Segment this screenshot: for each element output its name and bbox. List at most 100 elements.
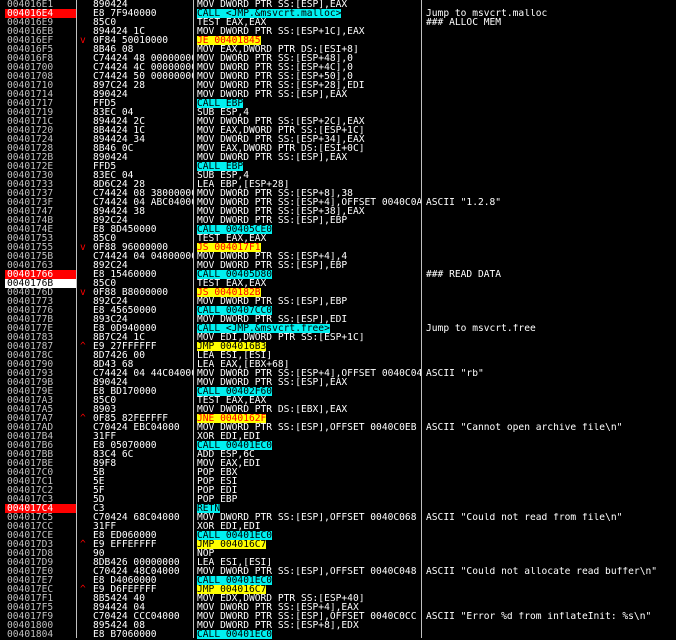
disassembly-pane[interactable]: 004016E1 890424 MOV DWORD PTR SS:[ESP],EAX… — [0, 0, 676, 639]
table-row[interactable]: 00401728 8B46 0C MOV EAX,DWORD PTR DS:[ESI… — [0, 144, 676, 154]
table-row[interactable]: 0040176D v 0F88 B8000000 JS 0040182B — [0, 288, 676, 297]
disassembly-cell[interactable]: POP EDI — [197, 486, 421, 495]
disassembly-cell[interactable]: POP EBP — [197, 495, 421, 504]
table-row[interactable]: 0040178C 8D7426 00 LEA ESI,[ESI] — [0, 351, 676, 361]
comment-cell[interactable]: Jump to msvcrt.malloc — [426, 9, 676, 18]
disassembly-cell[interactable]: JS 004017F1 — [197, 243, 421, 252]
table-row[interactable]: 004017A7 ^ 0F85 82FEFFFF JNE 0040162F — [0, 414, 676, 423]
comment-cell[interactable]: ### READ DATA — [426, 270, 676, 279]
disassembly-cell[interactable]: MOV DWORD PTR SS:[ESP],EDI — [197, 315, 421, 324]
table-row[interactable]: 004017F5 894424 04 MOV DWORD PTR SS:[ESP+4… — [0, 603, 676, 613]
disassembly-cell[interactable]: CALL 00407CC0 — [197, 306, 421, 315]
disassembly-cell[interactable]: POP ESI — [197, 477, 421, 486]
disassembly-cell[interactable]: RETN — [197, 504, 421, 513]
table-row[interactable]: 00401763 892C24 MOV DWORD PTR SS:[ESP],EBP — [0, 261, 676, 271]
table-row[interactable]: 0040172E FFD5 CALL EBP — [0, 162, 676, 171]
disassembly-cell[interactable]: MOV DWORD PTR DS:[EBX],EAX — [197, 405, 421, 414]
disassembly-cell[interactable]: JMP 004016B3 — [197, 342, 421, 351]
disassembly-cell[interactable]: JMP 004016C7 — [197, 540, 421, 549]
comment-cell[interactable]: Jump to msvcrt.free — [426, 324, 676, 333]
table-row[interactable]: 00401710 897C24 28 MOV DWORD PTR SS:[ESP+2… — [0, 81, 676, 91]
disassembly-cell[interactable]: MOV EAX,DWORD PTR DS:[ESI+0C] — [197, 144, 421, 153]
disassembly-cell[interactable]: MOV EDX,DWORD PTR SS:[ESP+40] — [197, 594, 421, 603]
disassembly-cell[interactable]: MOV DWORD PTR SS:[ESP+38],EAX — [197, 207, 421, 216]
table-row[interactable]: 004016F5 8B46 08 MOV EAX,DWORD PTR DS:[ESI… — [0, 45, 676, 55]
disassembly-cell[interactable]: CALL <JMP.&msvcrt.free> — [197, 324, 421, 333]
table-row[interactable]: 00401783 8B7C24 1C MOV EDI,DWORD PTR SS:[E… — [0, 333, 676, 343]
disassembly-cell[interactable]: MOV DWORD PTR SS:[ESP+2C],EAX — [197, 117, 421, 126]
table-row[interactable]: 00401730 83EC 04 SUB ESP,4 — [0, 171, 676, 181]
table-row[interactable]: 0040177B 893C24 MOV DWORD PTR SS:[ESP],EDI — [0, 315, 676, 325]
disassembly-cell[interactable]: CALL 00405CE0 — [197, 225, 421, 234]
table-row[interactable]: 00401724 894424 34 MOV DWORD PTR SS:[ESP+3… — [0, 135, 676, 145]
disassembly-cell[interactable]: TEST EAX,EAX — [197, 234, 421, 243]
comment-cell[interactable]: ASCII "Error %d from inflateInit: %s\n" — [426, 612, 676, 621]
disassembly-cell[interactable]: MOV DWORD PTR SS:[ESP],EAX — [197, 153, 421, 162]
table-row[interactable]: 00401766 E8 15460000 CALL 00405D80 ### READ… — [0, 270, 676, 279]
disassembly-cell[interactable]: MOV DWORD PTR SS:[ESP],OFFSET 0040C068 — [197, 513, 421, 522]
disassembly-cell[interactable]: JNE 0040162F — [197, 414, 421, 423]
disassembly-cell[interactable]: MOV DWORD PTR SS:[ESP],OFFSET 0040C048 — [197, 567, 421, 576]
table-row[interactable]: 0040179B 890424 MOV DWORD PTR SS:[ESP],EAX — [0, 378, 676, 388]
table-row[interactable]: 0040177E E8 0D940000 CALL <JMP.&msvcrt.fre… — [0, 324, 676, 334]
table-row[interactable]: 004017C0 5B POP EBX — [0, 468, 676, 478]
disassembly-cell[interactable]: MOV DWORD PTR SS:[ESP+1C],EAX — [197, 27, 421, 36]
disassembly-cell[interactable]: MOV DWORD PTR SS:[ESP],EAX — [197, 378, 421, 387]
table-row[interactable]: 00401717 FFD5 CALL EBP — [0, 99, 676, 108]
table-row[interactable]: 004017D8 90 NOP — [0, 549, 676, 559]
table-row[interactable]: 004017E7 E8 D4060000 CALL 00401EC0 — [0, 576, 676, 585]
table-row[interactable]: 00401793 C74424 04 44C04000 MOV DWORD PTR … — [0, 369, 676, 379]
comment-cell[interactable]: ASCII "1.2.8" — [426, 198, 676, 207]
table-row[interactable]: 004017BE 89F8 MOV EAX,EDI — [0, 459, 676, 469]
disassembly-cell[interactable]: TEST EAX,EAX — [197, 279, 421, 288]
disassembly-cell[interactable]: MOV DWORD PTR SS:[ESP],EBP — [197, 297, 421, 306]
disassembly-cell[interactable]: XOR EDI,EDI — [197, 432, 421, 441]
disassembly-cell[interactable]: MOV DWORD PTR SS:[ESP],EAX — [197, 90, 421, 99]
table-row[interactable]: 00401790 8D43 68 LEA EAX,[EBX+68] — [0, 360, 676, 370]
table-row[interactable]: 00401733 8D6C24 28 LEA EBP,[ESP+28] — [0, 180, 676, 190]
table-row[interactable]: 004017C3 5D POP EBP — [0, 495, 676, 505]
comment-cell[interactable]: ASCII "Cannot open archive file\n" — [426, 423, 676, 432]
table-row[interactable]: 0040174E E8 8D450000 CALL 00405CE0 — [0, 225, 676, 234]
disassembly-cell[interactable]: MOV EAX,DWORD PTR DS:[ESI+8] — [197, 45, 421, 54]
table-row[interactable]: 004017B4 31FF XOR EDI,EDI — [0, 432, 676, 442]
table-row[interactable]: 004017BB 83C4 6C ADD ESP,6C — [0, 450, 676, 460]
table-row[interactable]: 00401700 C74424 4C 00000000 MOV DWORD PTR … — [0, 63, 676, 73]
disassembly-cell[interactable]: MOV DWORD PTR SS:[ESP+4],EAX — [197, 603, 421, 612]
table-row[interactable]: 004016E4 E8 7F940000 CALL <JMP.&msvcrt.mal… — [0, 9, 676, 18]
table-row[interactable]: 004017C4 C3 RETN — [0, 504, 676, 513]
table-row[interactable]: 004017E0 C70424 48C04000 MOV DWORD PTR SS:… — [0, 567, 676, 577]
disassembly-cell[interactable]: MOV EAX,EDI — [197, 459, 421, 468]
disassembly-cell[interactable]: NOP — [197, 549, 421, 558]
comment-cell[interactable]: ASCII "Could not allocate read buffer\n" — [426, 567, 676, 576]
disassembly-cell[interactable]: LEA EBP,[ESP+28] — [197, 180, 421, 189]
disassembly-cell[interactable]: JS 0040182B — [197, 288, 421, 297]
table-row[interactable]: 004017B6 E8 05070000 CALL 00401EC0 — [0, 441, 676, 450]
disassembly-cell[interactable]: JMP 004016C7 — [197, 585, 421, 594]
table-row[interactable]: 00401753 85C0 TEST EAX,EAX — [0, 234, 676, 244]
disassembly-cell[interactable]: MOV DWORD PTR SS:[ESP+4],OFFSET 0040C0AB — [197, 198, 421, 207]
disassembly-cell[interactable]: TEST EAX,EAX — [197, 396, 421, 405]
table-row[interactable]: 0040172B 890424 MOV DWORD PTR SS:[ESP],EAX — [0, 153, 676, 163]
table-row[interactable]: 004017C5 C70424 68C04000 MOV DWORD PTR SS:… — [0, 513, 676, 523]
table-row[interactable]: 00401719 83EC 04 SUB ESP,4 — [0, 108, 676, 118]
table-row[interactable]: 00401800 895424 08 MOV DWORD PTR SS:[ESP+8… — [0, 621, 676, 631]
disassembly-cell[interactable]: MOV EDI,DWORD PTR SS:[ESP+1C] — [197, 333, 421, 342]
disassembly-cell[interactable]: MOV DWORD PTR SS:[ESP+4],4 — [197, 252, 421, 261]
disassembly-cell[interactable]: ADD ESP,6C — [197, 450, 421, 459]
disassembly-cell[interactable]: MOV DWORD PTR SS:[ESP],EBP — [197, 261, 421, 270]
disassembly-cell[interactable]: LEA ESI,[ESI] — [197, 351, 421, 360]
table-row[interactable]: 004017AD C70424 EBC04000 MOV DWORD PTR SS:… — [0, 423, 676, 433]
table-row[interactable]: 004017A5 8903 MOV DWORD PTR DS:[EBX],EAX — [0, 405, 676, 415]
table-row[interactable]: 004017CE E8 ED060000 CALL 00401EC0 — [0, 531, 676, 540]
disassembly-cell[interactable]: XOR EDI,EDI — [197, 522, 421, 531]
disassembly-cell[interactable]: CALL EBP — [197, 162, 421, 171]
table-row[interactable]: 0040174B 892C24 MOV DWORD PTR SS:[ESP],EBP — [0, 216, 676, 226]
disassembly-cell[interactable]: MOV DWORD PTR SS:[ESP+8],EDX — [197, 621, 421, 630]
table-row[interactable]: 004017D3 ^ E9 EFFEFFFF JMP 004016C7 — [0, 540, 676, 549]
table-row[interactable]: 004017F1 8B5424 40 MOV EDX,DWORD PTR SS:[E… — [0, 594, 676, 604]
disassembly-cell[interactable]: SUB ESP,4 — [197, 171, 421, 180]
table-row[interactable]: 004016EF v 0F84 50010000 JE 00401845 — [0, 36, 676, 45]
disassembly-cell[interactable]: TEST EAX,EAX — [197, 18, 421, 27]
table-row[interactable]: 00401755 v 0F88 96000000 JS 004017F1 — [0, 243, 676, 252]
